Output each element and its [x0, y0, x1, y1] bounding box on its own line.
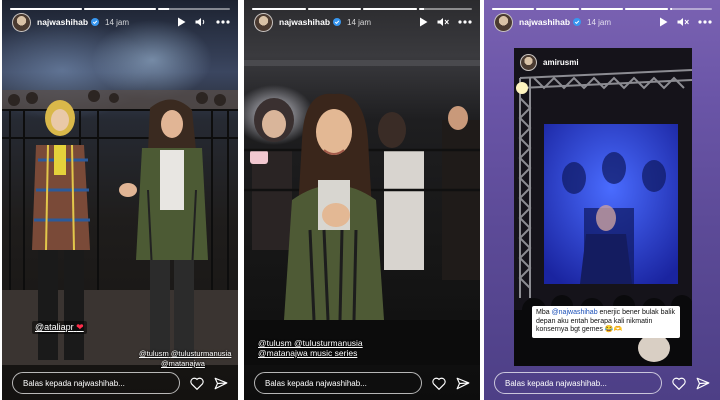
progress-segment — [158, 8, 230, 10]
mute-icon[interactable] — [677, 17, 689, 27]
comment-mention[interactable]: @najwashihab — [552, 309, 598, 316]
progress-segment — [307, 8, 361, 10]
progress-fill — [363, 8, 417, 10]
progress-fill — [669, 8, 672, 10]
progress-segment — [580, 8, 624, 10]
reply-input[interactable]: Balas kepada najwashihab... — [12, 372, 180, 394]
comment-prefix: Mba — [536, 309, 552, 316]
mention-caption[interactable]: @tulusm @tulusturmanusia @matanajwa musi… — [258, 338, 363, 358]
mute-icon[interactable] — [437, 17, 449, 27]
mention-matanajwa[interactable]: @matanajwa — [161, 359, 205, 368]
progress-fill — [84, 8, 156, 10]
progress-segment — [84, 8, 156, 10]
heart-icon[interactable] — [432, 377, 446, 390]
reply-input[interactable]: Balas kepada najwashihab... — [254, 372, 422, 394]
progress-fill — [536, 8, 579, 10]
progress-segment — [625, 8, 668, 10]
mention-tulusturmanusia[interactable]: @tulusturmanusia — [171, 349, 232, 358]
speaker-icon[interactable] — [195, 17, 207, 27]
progress-fill — [307, 8, 361, 10]
progress-fill — [492, 8, 535, 10]
verified-badge-icon — [573, 18, 582, 26]
story-photo — [244, 40, 480, 365]
username[interactable]: najwashihab — [519, 17, 570, 27]
more-options-icon[interactable] — [698, 20, 712, 24]
story-footer: Balas kepada najwashihab... — [494, 372, 710, 394]
send-icon[interactable] — [214, 377, 228, 390]
progress-segment — [669, 8, 713, 10]
heart-emoji: ❤ — [76, 322, 84, 332]
story-footer: Balas kepada najwashihab... — [12, 372, 228, 394]
story-progress-bar — [10, 8, 230, 10]
play-icon[interactable] — [419, 17, 428, 27]
story-panel-1[interactable]: najwashihab 14 jam @ataliapr ❤ @tulusm @… — [2, 0, 238, 400]
concert-photo-illustration — [244, 60, 480, 365]
caption-line[interactable]: @matanajwa music series — [258, 348, 357, 358]
play-icon[interactable] — [177, 17, 186, 27]
progress-segment — [10, 8, 82, 10]
comment-sticker[interactable]: Mba @najwashihab enerjic bener bulak bal… — [532, 306, 680, 338]
send-icon[interactable] — [696, 377, 710, 390]
progress-segment — [252, 8, 306, 10]
avatar[interactable] — [12, 12, 31, 32]
heart-icon[interactable] — [672, 377, 686, 390]
story-panel-3[interactable]: amirusmi Mba @najwashihab enerjic bener … — [484, 0, 720, 400]
mention-tulusm[interactable]: @tulusm — [139, 349, 169, 358]
story-header: najwashihab 14 jam — [494, 12, 712, 32]
mention-caption[interactable]: @tulusm @tulusturmanusia @matanajwa — [139, 349, 231, 369]
progress-fill — [625, 8, 668, 10]
avatar[interactable] — [254, 12, 273, 32]
progress-fill — [10, 8, 82, 10]
reply-input[interactable]: Balas kepada najwashihab... — [494, 372, 662, 394]
progress-segment — [492, 8, 535, 10]
progress-fill — [252, 8, 306, 10]
caption-line[interactable]: @tulusm @tulusturmanusia — [258, 338, 363, 348]
username[interactable]: najwashihab — [37, 17, 88, 27]
mention-sticker[interactable]: @ataliapr ❤ — [32, 321, 87, 334]
progress-segment — [363, 8, 417, 10]
reshared-username[interactable]: amirusmi — [543, 58, 579, 67]
story-footer: Balas kepada najwashihab... — [254, 372, 470, 394]
mention-sticker-text: @ataliapr — [35, 322, 74, 332]
post-time: 14 jam — [105, 17, 130, 27]
progress-segment — [536, 8, 579, 10]
avatar[interactable] — [494, 12, 513, 32]
story-photo — [2, 40, 238, 365]
username[interactable]: najwashihab — [279, 17, 330, 27]
reshared-header[interactable]: amirusmi — [520, 54, 579, 71]
post-time: 14 jam — [587, 17, 612, 27]
progress-fill — [580, 8, 624, 10]
post-time: 14 jam — [347, 17, 372, 27]
heart-icon[interactable] — [190, 377, 204, 390]
story-progress-bar — [492, 8, 713, 10]
story-header: najwashihab 14 jam — [12, 12, 230, 32]
verified-badge-icon — [333, 18, 342, 26]
progress-fill — [158, 8, 169, 10]
send-icon[interactable] — [456, 377, 470, 390]
story-progress-bar — [252, 8, 472, 10]
verified-badge-icon — [91, 18, 100, 26]
concert-photo-illustration — [2, 90, 238, 365]
story-header: najwashihab 14 jam — [254, 12, 472, 32]
progress-segment — [418, 8, 472, 10]
story-panel-2[interactable]: najwashihab 14 jam @tulusm @tulusturmanu… — [244, 0, 480, 400]
more-options-icon[interactable] — [216, 20, 230, 24]
more-options-icon[interactable] — [458, 20, 472, 24]
progress-fill — [418, 8, 424, 10]
play-icon[interactable] — [659, 17, 668, 27]
reshared-avatar[interactable] — [520, 54, 537, 71]
